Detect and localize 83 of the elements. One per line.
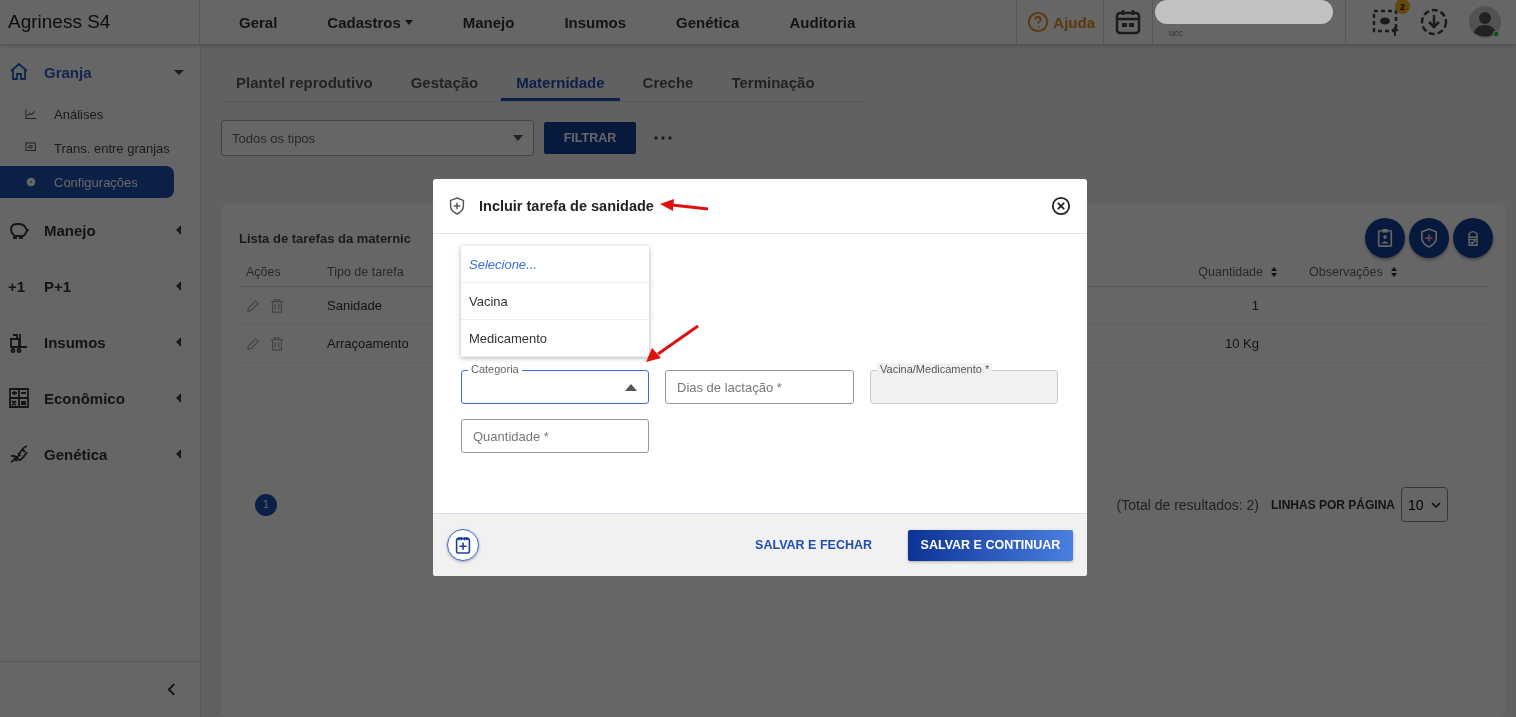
table-cell: Sanidade [327, 298, 382, 313]
forklift-icon [8, 331, 30, 353]
help-button[interactable]: Ajuda [1016, 0, 1104, 44]
save-and-close-button[interactable]: SALVAR E FECHAR [745, 530, 882, 560]
dna-icon [8, 443, 30, 465]
caret-icon [625, 384, 637, 391]
help-icon [1027, 11, 1050, 33]
sidebar-item[interactable]: Insumos [0, 322, 200, 362]
plus-one-label: +1 [8, 277, 27, 295]
results-total: (Total de resultados: 2) [1116, 496, 1259, 513]
edit-icon[interactable] [246, 298, 260, 313]
close-icon [1051, 196, 1071, 216]
type-select[interactable]: Todos os tipos [221, 120, 534, 156]
shield-plus-icon [1420, 228, 1438, 248]
field-label: Categoria [468, 363, 522, 376]
sidebar-item[interactable]: +1 P+1 [0, 266, 200, 306]
rows-per-page-label: LINHAS POR PÁGINA [1271, 497, 1395, 512]
health-shield-button[interactable] [1409, 218, 1449, 258]
input-field[interactable]: Dias de lactação * [665, 370, 854, 404]
delete-icon[interactable] [270, 335, 284, 352]
feed-silo-button[interactable] [1453, 218, 1493, 258]
table-cell: 10 Kg [1225, 336, 1259, 351]
tab[interactable]: Maternidade [501, 64, 620, 101]
nav-item[interactable]: Insumos [558, 13, 633, 31]
tab[interactable]: Gestação [395, 64, 494, 101]
save-and-continue-button[interactable]: SALVAR E CONTINUAR [908, 529, 1073, 561]
calculator-icon [8, 387, 30, 409]
notification-badge: 2 [1395, 0, 1410, 14]
tab[interactable]: Creche [627, 64, 709, 101]
download-icon[interactable] [1420, 8, 1448, 36]
sort-icon[interactable] [1390, 267, 1397, 277]
nav-item[interactable]: Auditoria [783, 13, 862, 31]
sidebar-subitem[interactable]: Análises [0, 98, 174, 130]
table-cell: Arraçoamento [327, 336, 409, 351]
dialog-title: Incluir tarefa de sanidade [479, 198, 654, 214]
tab[interactable]: Plantel reprodutivo [221, 64, 388, 101]
sidebar-item[interactable]: Genética [0, 434, 200, 474]
column-header[interactable]: Tipo de tarefa [327, 265, 404, 279]
shield-plus-icon [449, 197, 465, 215]
annotation-arrow [659, 199, 710, 213]
input-field[interactable]: Quantidade * [461, 419, 649, 453]
sidebar-subitem[interactable]: Configurações [0, 166, 174, 198]
column-header[interactable]: Ações [246, 265, 281, 279]
calendar-plus-icon [455, 536, 471, 554]
calendar-icon[interactable] [1114, 8, 1142, 36]
dropdown-option[interactable]: Medicamento [461, 320, 649, 357]
app-logo: Agriness S4 [8, 11, 111, 33]
nav-item[interactable]: Geral [233, 13, 284, 31]
nav-item[interactable]: Genética [670, 13, 746, 31]
sidebar-item[interactable]: Manejo [0, 210, 200, 250]
nav-item[interactable]: Manejo [456, 13, 521, 31]
more-icon[interactable] [654, 136, 672, 140]
tab[interactable]: Terminação [716, 64, 830, 101]
collapse-chevron-icon[interactable] [167, 683, 176, 696]
filter-button[interactable]: FILTRAR [544, 122, 636, 154]
column-header[interactable]: Observações [1309, 265, 1397, 279]
sort-icon[interactable] [1271, 267, 1277, 277]
silo-icon [1465, 228, 1481, 248]
edit-icon[interactable] [246, 336, 260, 351]
page-number-button[interactable]: 1 [255, 493, 277, 516]
field-label: Vacina/Medicamento * [877, 363, 993, 376]
delete-icon[interactable] [270, 297, 284, 314]
add-schedule-button[interactable] [447, 529, 479, 561]
house-icon [8, 61, 30, 83]
close-button[interactable] [1051, 196, 1071, 216]
dropdown-option[interactable]: Selecione... [461, 246, 649, 283]
upload-transfer-icon[interactable] [1372, 7, 1400, 37]
column-header[interactable]: Quantidade [1198, 265, 1277, 279]
chart-icon [24, 107, 38, 121]
sidebar-item[interactable]: Granja [0, 52, 200, 92]
user-avatar-icon[interactable] [1468, 5, 1502, 39]
sidebar-subitem[interactable]: Trans. entre granjas [0, 132, 174, 164]
nav-item[interactable]: Cadastros [321, 13, 419, 31]
badge-clipboard-button[interactable] [1365, 218, 1405, 258]
list-title: Lista de tarefas da maternic [239, 230, 411, 246]
sidebar-item[interactable]: Econômico [0, 378, 200, 418]
table-cell: 1 [1251, 298, 1259, 313]
chevron-down-icon [1431, 501, 1441, 508]
caret-icon [513, 135, 523, 141]
annotation-arrow [646, 324, 700, 364]
dropdown-option[interactable]: Vacina [461, 283, 649, 320]
rows-per-page-select[interactable]: 10 [1401, 487, 1448, 522]
clipboard-person-icon [1376, 228, 1394, 248]
